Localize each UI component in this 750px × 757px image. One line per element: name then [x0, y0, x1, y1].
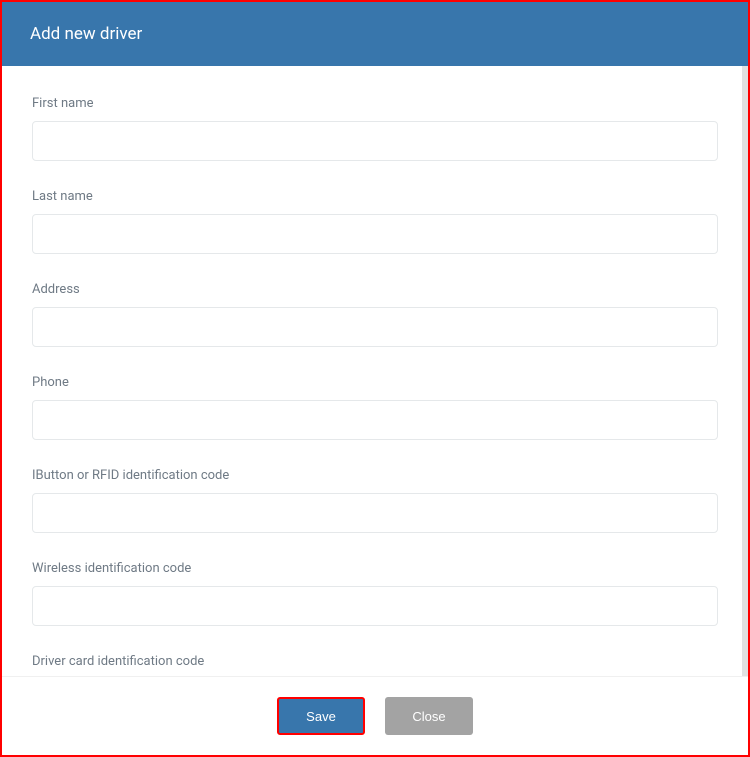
wireless-input[interactable]	[32, 586, 718, 626]
form-group-phone: Phone	[32, 375, 718, 440]
phone-input[interactable]	[32, 400, 718, 440]
ibutton-label: IButton or RFID identification code	[32, 468, 718, 483]
address-label: Address	[32, 282, 718, 297]
save-button[interactable]: Save	[277, 697, 365, 735]
last-name-input[interactable]	[32, 214, 718, 254]
first-name-input[interactable]	[32, 121, 718, 161]
modal-body[interactable]: First name Last name Address Phone IButt…	[2, 66, 748, 676]
modal-title: Add new driver	[30, 24, 142, 44]
address-input[interactable]	[32, 307, 718, 347]
modal-footer: Save Close	[2, 676, 748, 755]
modal-header: Add new driver	[2, 2, 748, 66]
wireless-label: Wireless identification code	[32, 561, 718, 576]
form-group-last-name: Last name	[32, 189, 718, 254]
modal-body-wrapper: First name Last name Address Phone IButt…	[2, 66, 748, 676]
ibutton-input[interactable]	[32, 493, 718, 533]
form-group-wireless: Wireless identification code	[32, 561, 718, 626]
add-driver-modal: Add new driver First name Last name Addr…	[0, 0, 750, 757]
form-group-driver-card: Driver card identification code	[32, 654, 718, 676]
phone-label: Phone	[32, 375, 718, 390]
driver-card-label: Driver card identification code	[32, 654, 718, 669]
form-group-ibutton: IButton or RFID identification code	[32, 468, 718, 533]
scrollbar[interactable]	[742, 66, 748, 676]
first-name-label: First name	[32, 96, 718, 111]
close-button[interactable]: Close	[385, 697, 473, 735]
last-name-label: Last name	[32, 189, 718, 204]
form-group-first-name: First name	[32, 96, 718, 161]
form-group-address: Address	[32, 282, 718, 347]
